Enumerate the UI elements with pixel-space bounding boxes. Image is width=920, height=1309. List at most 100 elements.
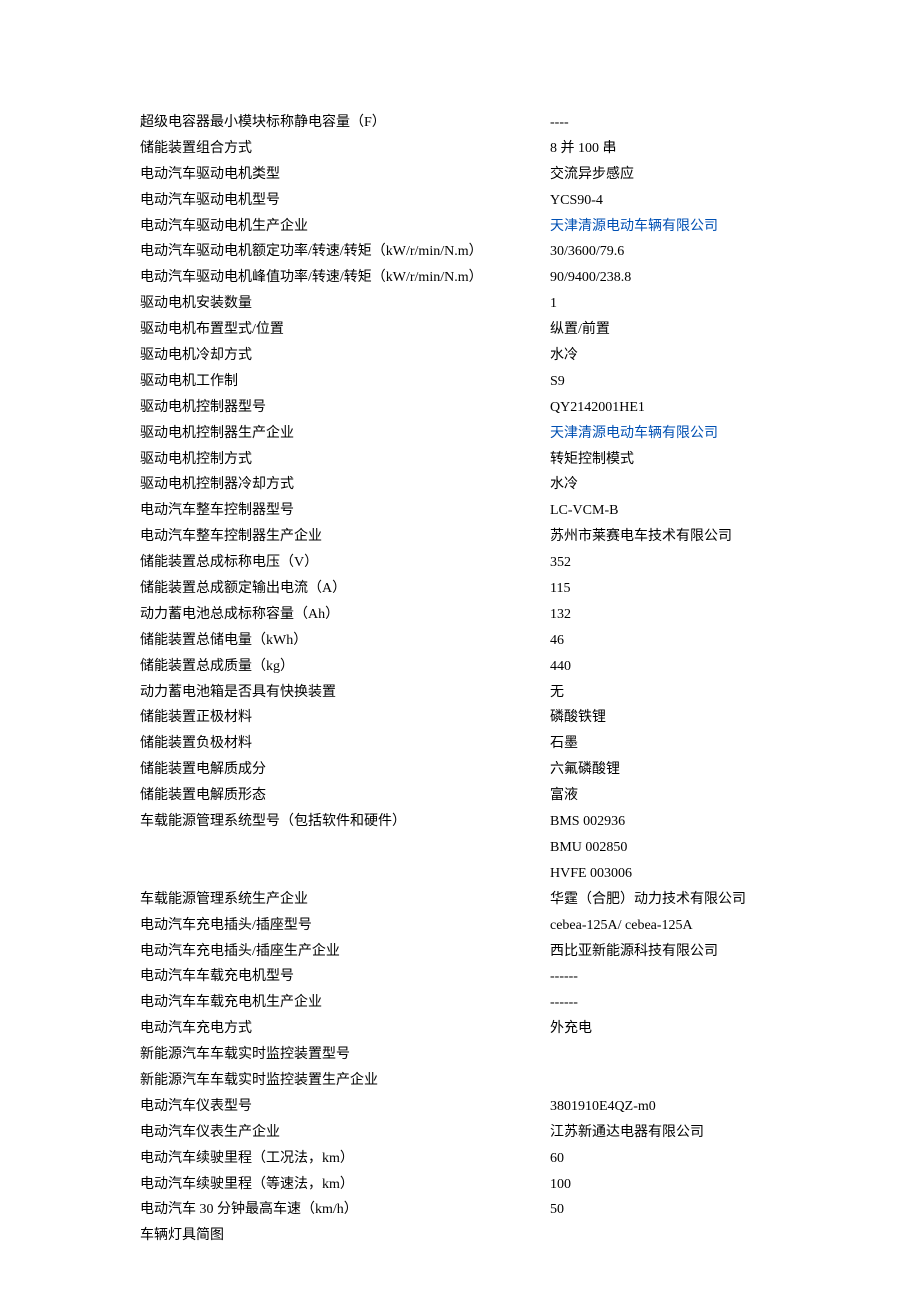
spec-label: 驱动电机控制方式 (140, 447, 550, 473)
spec-label: 新能源汽车车载实时监控装置生产企业 (140, 1068, 550, 1094)
spec-row: 电动汽车整车控制器型号LC-VCM-B (140, 498, 780, 524)
spec-label: 储能装置正极材料 (140, 705, 550, 731)
spec-value: ------ (550, 964, 780, 990)
spec-label: 电动汽车驱动电机峰值功率/转速/转矩（kW/r/min/N.m） (140, 265, 550, 291)
spec-value-link[interactable]: 天津清源电动车辆有限公司 (550, 421, 780, 447)
spec-value-extra: BMU 002850 (550, 835, 780, 861)
spec-value: 60 (550, 1146, 780, 1172)
spec-value: ------ (550, 990, 780, 1016)
spec-label: 驱动电机控制器生产企业 (140, 421, 550, 447)
spec-label: 车辆灯具简图 (140, 1223, 550, 1249)
spec-label: 电动汽车充电插头/插座生产企业 (140, 939, 550, 965)
spec-value: 纵置/前置 (550, 317, 780, 343)
spec-value: 富液 (550, 783, 780, 809)
spec-value-extra: HVFE 003006 (550, 861, 780, 887)
spec-row: 车辆灯具简图 (140, 1223, 780, 1249)
spec-label: 储能装置总成质量（kg） (140, 654, 550, 680)
spec-value: 50 (550, 1197, 780, 1223)
spec-row: 驱动电机布置型式/位置纵置/前置 (140, 317, 780, 343)
spec-label: 储能装置负极材料 (140, 731, 550, 757)
spec-label: 电动汽车仪表生产企业 (140, 1120, 550, 1146)
spec-value: 西比亚新能源科技有限公司 (550, 939, 780, 965)
spec-value: 无 (550, 680, 780, 706)
spec-label: 电动汽车驱动电机类型 (140, 162, 550, 188)
spec-value-link[interactable]: 天津清源电动车辆有限公司 (550, 214, 780, 240)
spec-label: 电动汽车整车控制器生产企业 (140, 524, 550, 550)
spec-label: 驱动电机布置型式/位置 (140, 317, 550, 343)
spec-label: 储能装置总成标称电压（V） (140, 550, 550, 576)
spec-row: 电动汽车驱动电机额定功率/转速/转矩（kW/r/min/N.m）30/3600/… (140, 239, 780, 265)
spec-row: 储能装置电解质成分六氟磷酸锂 (140, 757, 780, 783)
spec-value: cebea-125A/ cebea-125A (550, 913, 780, 939)
spec-row: 电动汽车车载充电机型号------ (140, 964, 780, 990)
spec-row: 驱动电机控制器型号QY2142001HE1 (140, 395, 780, 421)
spec-row: 驱动电机冷却方式水冷 (140, 343, 780, 369)
spec-row: 电动汽车充电插头/插座型号cebea-125A/ cebea-125A (140, 913, 780, 939)
spec-label: 车载能源管理系统型号（包括软件和硬件） (140, 809, 550, 835)
spec-value: S9 (550, 369, 780, 395)
spec-row: 电动汽车续驶里程（等速法，km）100 (140, 1172, 780, 1198)
spec-value: 石墨 (550, 731, 780, 757)
spec-label: 驱动电机工作制 (140, 369, 550, 395)
spec-row: 超级电容器最小模块标称静电容量（F）---- (140, 110, 780, 136)
spec-row: 储能装置正极材料磷酸铁锂 (140, 705, 780, 731)
spec-row: 电动汽车仪表型号3801910E4QZ-m0 (140, 1094, 780, 1120)
spec-label: 储能装置电解质成分 (140, 757, 550, 783)
spec-label: 储能装置电解质形态 (140, 783, 550, 809)
spec-value: 440 (550, 654, 780, 680)
spec-value: 30/3600/79.6 (550, 239, 780, 265)
spec-row: 驱动电机安装数量1 (140, 291, 780, 317)
spec-row: 新能源汽车车载实时监控装置型号 (140, 1042, 780, 1068)
spec-label: 驱动电机安装数量 (140, 291, 550, 317)
spec-value: 苏州市莱赛电车技术有限公司 (550, 524, 780, 550)
spec-value: 江苏新通达电器有限公司 (550, 1120, 780, 1146)
spec-label: 超级电容器最小模块标称静电容量（F） (140, 110, 550, 136)
spec-value: 外充电 (550, 1016, 780, 1042)
spec-value: 华霆（合肥）动力技术有限公司 (550, 887, 780, 913)
spec-value: 132 (550, 602, 780, 628)
spec-value: 水冷 (550, 343, 780, 369)
spec-row: 驱动电机控制方式转矩控制模式 (140, 447, 780, 473)
spec-label: 电动汽车续驶里程（工况法，km） (140, 1146, 550, 1172)
spec-table: 超级电容器最小模块标称静电容量（F）----储能装置组合方式8 并 100 串电… (140, 110, 780, 1249)
spec-value: 3801910E4QZ-m0 (550, 1094, 780, 1120)
spec-row: 车载能源管理系统型号（包括软件和硬件）BMS 002936 (140, 809, 780, 835)
spec-value: 六氟磷酸锂 (550, 757, 780, 783)
spec-value: 水冷 (550, 472, 780, 498)
spec-label: 驱动电机控制器冷却方式 (140, 472, 550, 498)
spec-row: 储能装置总成标称电压（V）352 (140, 550, 780, 576)
spec-row: 储能装置总成额定输出电流（A）115 (140, 576, 780, 602)
spec-label: 驱动电机冷却方式 (140, 343, 550, 369)
spec-value: 115 (550, 576, 780, 602)
spec-row: 电动汽车 30 分钟最高车速（km/h）50 (140, 1197, 780, 1223)
spec-label: 电动汽车充电方式 (140, 1016, 550, 1042)
spec-label: 动力蓄电池箱是否具有快换装置 (140, 680, 550, 706)
spec-value: BMS 002936 (550, 809, 780, 835)
spec-value: 磷酸铁锂 (550, 705, 780, 731)
spec-value: 100 (550, 1172, 780, 1198)
spec-row: 电动汽车充电方式外充电 (140, 1016, 780, 1042)
spec-value: QY2142001HE1 (550, 395, 780, 421)
spec-row: 电动汽车充电插头/插座生产企业西比亚新能源科技有限公司 (140, 939, 780, 965)
spec-value: ---- (550, 110, 780, 136)
spec-row: 驱动电机工作制S9 (140, 369, 780, 395)
spec-row: 动力蓄电池箱是否具有快换装置无 (140, 680, 780, 706)
spec-row: 储能装置负极材料石墨 (140, 731, 780, 757)
spec-row: 电动汽车驱动电机类型交流异步感应 (140, 162, 780, 188)
spec-row: 驱动电机控制器冷却方式水冷 (140, 472, 780, 498)
spec-row: 电动汽车驱动电机型号YCS90-4 (140, 188, 780, 214)
spec-value: 90/9400/238.8 (550, 265, 780, 291)
spec-label: 车载能源管理系统生产企业 (140, 887, 550, 913)
spec-row: 储能装置电解质形态富液 (140, 783, 780, 809)
spec-label: 电动汽车充电插头/插座型号 (140, 913, 550, 939)
spec-value: 8 并 100 串 (550, 136, 780, 162)
spec-value: LC-VCM-B (550, 498, 780, 524)
spec-label: 驱动电机控制器型号 (140, 395, 550, 421)
spec-label: 电动汽车驱动电机型号 (140, 188, 550, 214)
spec-label: 电动汽车驱动电机生产企业 (140, 214, 550, 240)
spec-value: 转矩控制模式 (550, 447, 780, 473)
spec-label: 储能装置总成额定输出电流（A） (140, 576, 550, 602)
spec-label: 电动汽车车载充电机生产企业 (140, 990, 550, 1016)
spec-row: 电动汽车驱动电机峰值功率/转速/转矩（kW/r/min/N.m）90/9400/… (140, 265, 780, 291)
spec-label: 储能装置组合方式 (140, 136, 550, 162)
